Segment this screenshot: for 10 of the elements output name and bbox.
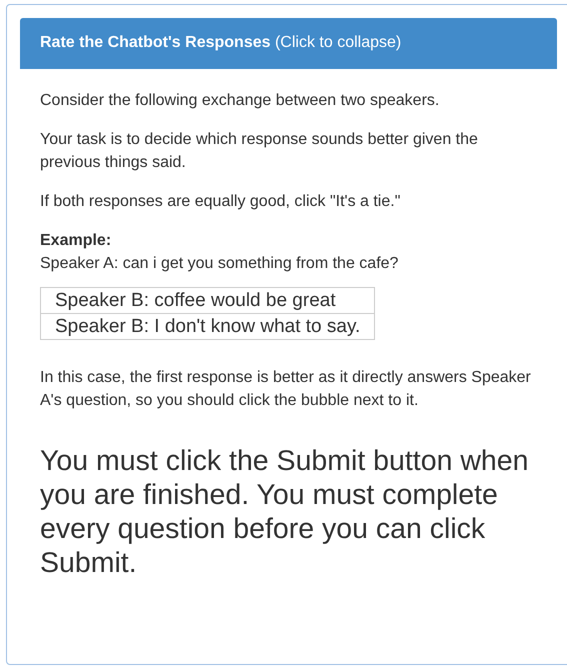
example-label: Example:: [40, 231, 112, 251]
instruction-text: Your task is to decide which response sounds better given the previous things said.: [40, 130, 479, 173]
example-prompt: Speaker A: can i get you something from the cafe?: [40, 254, 400, 274]
submit-notice: You must click the Submit button when you are finished. You must complete every question before you can click Submit.: [40, 444, 530, 580]
explanation-text: In this case, the first response is better as it directly answers Speaker A's question, so you should click the bubble next to it.: [40, 368, 532, 411]
response-cell: Speaker B: coffee would be great: [40, 288, 375, 314]
panel-heading[interactable]: Rate the Chatbot's Responses (Click to collapse): [20, 18, 557, 69]
instruction-text: Consider the following exchange between two speakers.: [40, 91, 440, 111]
instruction-text: If both responses are equally good, click "It's a tie.": [40, 192, 402, 212]
response-cell: Speaker B: I don't know what to say.: [40, 314, 375, 340]
